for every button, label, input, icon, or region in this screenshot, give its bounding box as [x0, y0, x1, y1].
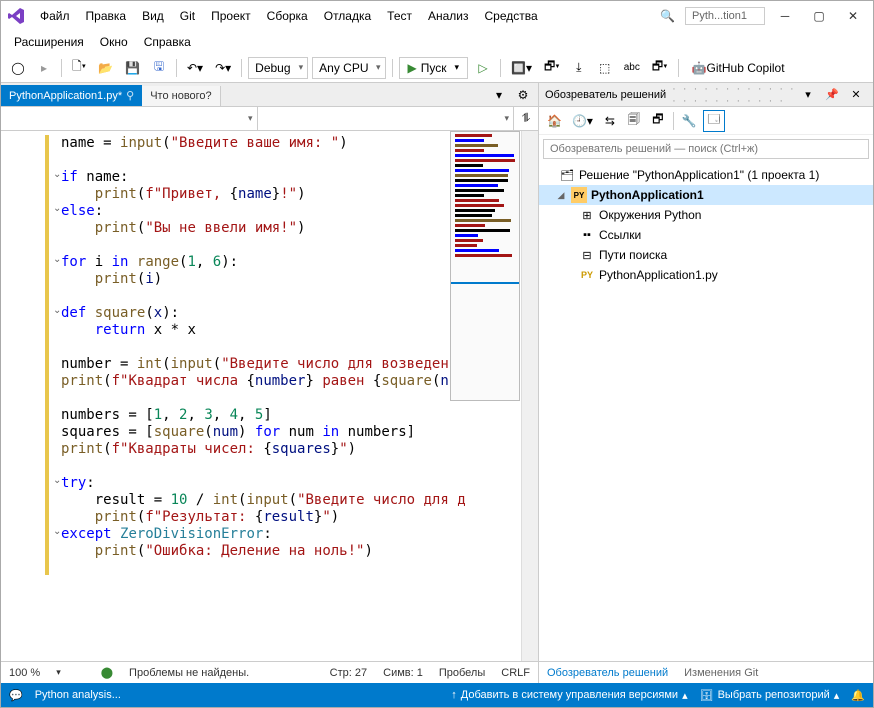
nav-back-icon[interactable]: ◯	[7, 57, 29, 79]
sln-properties-icon[interactable]: 🔧	[678, 110, 701, 132]
sb-add-vc[interactable]: ↑ Добавить в систему управления версиями…	[451, 689, 687, 702]
problems-ok-icon: ⬤	[101, 666, 113, 679]
tb-ext1-icon[interactable]: 🔲▾	[507, 57, 536, 79]
nav-fwd-icon[interactable]: ▸	[33, 57, 55, 79]
menu-Git[interactable]: Git	[173, 5, 202, 27]
tree-project[interactable]: ◢ PY PythonApplication1	[539, 185, 873, 205]
sln-refresh-icon[interactable]: 🗗	[647, 110, 669, 132]
tree-refs[interactable]: ▪▪ Ссылки	[539, 225, 873, 245]
sln-sync-icon[interactable]: ⇆	[599, 110, 621, 132]
editor-gutter: ⌄⌄⌄⌄⌄⌄	[1, 131, 53, 661]
tb-ext4-icon[interactable]: ⬚	[594, 57, 616, 79]
search-icon[interactable]: 🔍	[656, 5, 679, 27]
caret-col: Симв: 1	[383, 667, 423, 679]
split-icon[interactable]: ⥮	[514, 107, 538, 130]
close-button[interactable]: ✕	[839, 5, 867, 27]
tab-whats-new[interactable]: Что нового?	[142, 86, 220, 106]
sb-bell-icon[interactable]: 🔔	[851, 689, 865, 702]
python-project-icon: PY	[571, 187, 587, 203]
eol-mode[interactable]: CRLF	[501, 667, 530, 679]
menu-Отладка[interactable]: Отладка	[317, 5, 378, 27]
save-icon[interactable]: 💾	[121, 57, 144, 79]
caret-line: Стр: 27	[330, 667, 367, 679]
platform-combo[interactable]: Any CPU	[312, 57, 385, 79]
vs-logo-icon	[7, 7, 25, 25]
menu-Средства[interactable]: Средства	[478, 5, 545, 27]
app-title: Pyth...tion1	[685, 7, 765, 25]
menu-bar: ФайлПравкаВидGitПроектСборкаОтладкаТестА…	[33, 5, 648, 27]
run-button[interactable]: ▶Пуск▾	[399, 57, 469, 79]
main-toolbar: ◯ ▸ 🗋▾ 📂 💾 🖫 ↶▾ ↷▾ Debug Any CPU ▶Пуск▾ …	[1, 53, 873, 83]
solution-tree[interactable]: 🗂 Решение "PythonApplication1" (1 проект…	[539, 163, 873, 661]
open-icon[interactable]: 📂	[94, 57, 117, 79]
scrollbar-vertical[interactable]	[521, 131, 538, 661]
tree-env[interactable]: ⊞ Окружения Python	[539, 205, 873, 225]
status-bar: 💬 Python analysis... ↑ Добавить в систем…	[1, 683, 873, 707]
copilot-button[interactable]: 🤖 GitHub Copilot	[685, 57, 792, 79]
tab-active[interactable]: PythonApplication1.py* ⚲	[1, 85, 142, 106]
editor-statusbar: 100 % ▾ ⬤ Проблемы не найдены. Стр: 27 С…	[1, 661, 538, 683]
menu-Тест[interactable]: Тест	[380, 5, 419, 27]
tab-dropdown-icon[interactable]: ▾	[488, 84, 510, 106]
maximize-button[interactable]: ▢	[805, 5, 833, 27]
run-noDebug-icon[interactable]: ▷	[472, 57, 494, 79]
nav-member-combo[interactable]	[258, 107, 515, 130]
zoom-level[interactable]: 100 %	[9, 667, 40, 679]
menu-Файл[interactable]: Файл	[33, 5, 77, 27]
undo-icon[interactable]: ↶▾	[183, 57, 207, 79]
config-combo[interactable]: Debug	[248, 57, 308, 79]
tree-solution-root[interactable]: 🗂 Решение "PythonApplication1" (1 проект…	[539, 165, 873, 185]
menu-Расширения[interactable]: Расширения	[7, 31, 91, 53]
menu-Окно[interactable]: Окно	[93, 31, 135, 53]
menu-Сборка[interactable]: Сборка	[260, 5, 315, 27]
sb-output-icon[interactable]: 💬	[9, 689, 23, 702]
sb-select-repo[interactable]: 🗄 Выбрать репозиторий ▴	[700, 689, 840, 702]
menu-Анализ[interactable]: Анализ	[421, 5, 476, 27]
solution-icon: 🗂	[559, 167, 575, 183]
solution-search-input[interactable]	[543, 139, 869, 159]
refs-icon: ▪▪	[579, 227, 595, 243]
tree-file-py[interactable]: PY PythonApplication1.py	[539, 265, 873, 285]
sln-preview-icon[interactable]: 🗔	[703, 110, 725, 132]
menu-bar-2: РасширенияОкноСправка	[1, 31, 873, 53]
document-tabs: PythonApplication1.py* ⚲ Что нового? ▾ ⚙	[1, 83, 538, 107]
nav-scope-combo[interactable]	[1, 107, 258, 130]
new-item-icon[interactable]: 🗋▾	[68, 57, 90, 79]
sln-showall-icon[interactable]: 🗐	[623, 110, 645, 132]
problems-status[interactable]: Проблемы не найдены.	[129, 667, 249, 679]
menu-Правка[interactable]: Правка	[79, 5, 134, 27]
tree-paths[interactable]: ⊟ Пути поиска	[539, 245, 873, 265]
env-icon: ⊞	[579, 207, 595, 223]
minimap[interactable]	[450, 131, 520, 401]
bottom-tab-git[interactable]: Изменения Git	[676, 664, 766, 682]
panel-close-icon[interactable]: ✕	[845, 84, 867, 106]
tb-abc-icon[interactable]: abc	[620, 57, 644, 79]
menu-Справка[interactable]: Справка	[137, 31, 198, 53]
panel-title: Обозреватель решений	[545, 89, 666, 101]
minimize-button[interactable]: ─	[771, 5, 799, 27]
pin-icon[interactable]: ⚲	[126, 89, 134, 102]
indent-mode[interactable]: Пробелы	[439, 667, 485, 679]
sln-history-icon[interactable]: 🕘▾	[568, 110, 597, 132]
tb-ext2-icon[interactable]: 🗗▾	[540, 57, 564, 79]
sb-python-analysis[interactable]: Python analysis...	[35, 689, 121, 701]
save-all-icon[interactable]: 🖫	[148, 57, 170, 79]
sln-home-icon[interactable]: 🏠	[543, 110, 566, 132]
py-file-icon: PY	[579, 267, 595, 283]
tb-ext5-icon[interactable]: 🗗▾	[648, 57, 672, 79]
tb-ext3-icon[interactable]: ⤓	[568, 57, 590, 79]
menu-Проект[interactable]: Проект	[204, 5, 258, 27]
panel-pin-icon[interactable]: 📌	[821, 84, 843, 106]
panel-dropdown-icon[interactable]: ▾	[797, 84, 819, 106]
paths-icon: ⊟	[579, 247, 595, 263]
menu-Вид[interactable]: Вид	[135, 5, 171, 27]
redo-icon[interactable]: ↷▾	[211, 57, 235, 79]
tab-settings-icon[interactable]: ⚙	[512, 84, 534, 106]
bottom-tab-solution[interactable]: Обозреватель решений	[539, 664, 676, 682]
solution-toolbar: 🏠 🕘▾ ⇆ 🗐 🗗 🔧 🗔	[539, 107, 873, 135]
